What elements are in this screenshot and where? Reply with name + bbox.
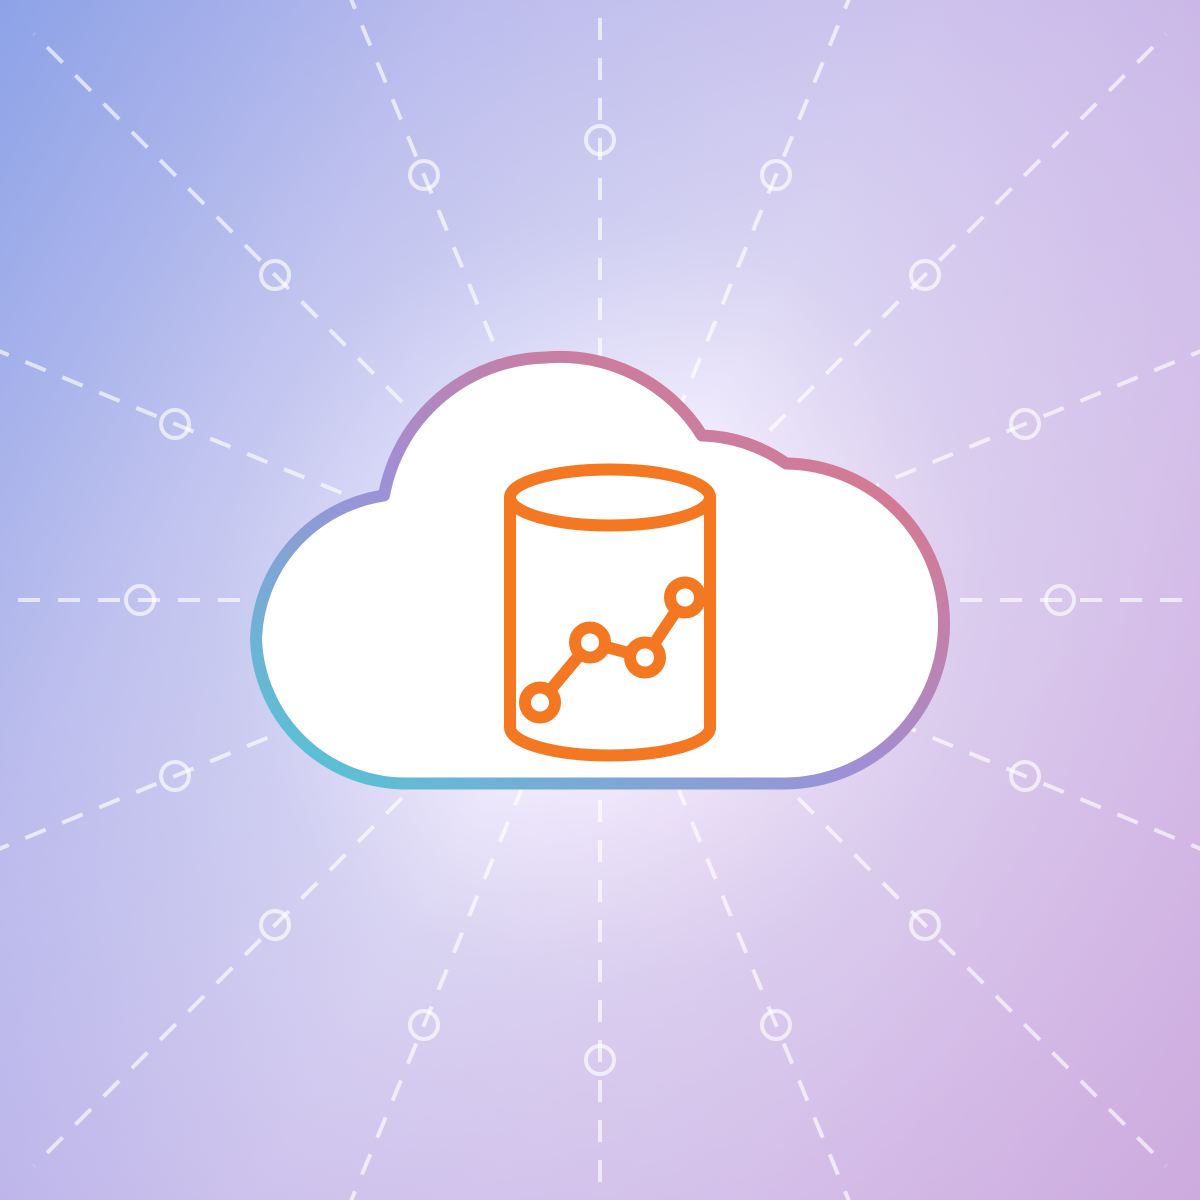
cloud-database-graphic — [220, 318, 980, 883]
cloud-icon — [220, 318, 980, 878]
illustration-canvas — [0, 0, 1200, 1200]
